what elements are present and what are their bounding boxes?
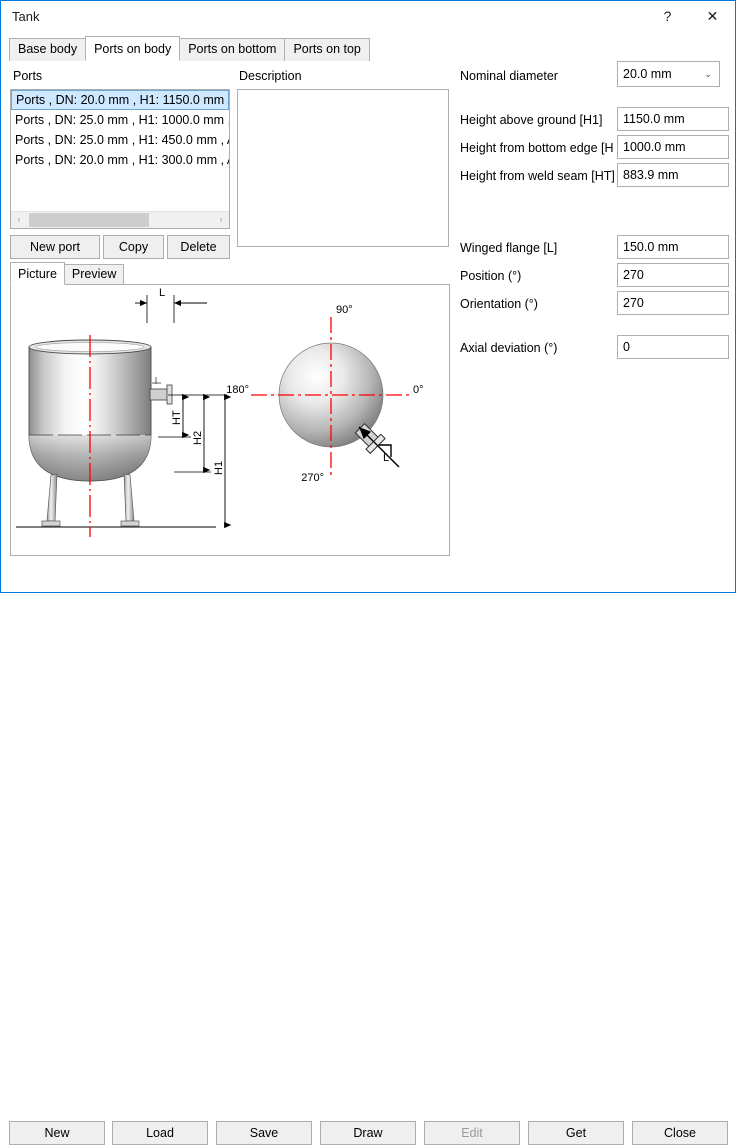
angle-label-180: 180°: [226, 384, 249, 396]
edit-button: Edit: [424, 1121, 520, 1145]
save-button[interactable]: Save: [216, 1121, 312, 1145]
copy-button[interactable]: Copy: [103, 235, 164, 259]
nominal-diameter-label: Nominal diameter: [460, 69, 558, 83]
picture-panel: L HT H2 H1 90° 180° 0° 270° L: [10, 284, 450, 556]
window-title: Tank: [12, 9, 40, 24]
orientation-label: Orientation (°): [460, 297, 538, 311]
title-bar: Tank ? ✕: [1, 1, 735, 33]
tab-preview[interactable]: Preview: [63, 264, 125, 285]
angle-label-0: 0°: [413, 384, 424, 396]
ports-listbox[interactable]: Ports , DN: 20.0 mm , H1: 1150.0 mm , A:…: [10, 89, 230, 229]
new-port-button[interactable]: New port: [10, 235, 100, 259]
description-textarea[interactable]: [237, 89, 449, 247]
tab-ports-on-bottom[interactable]: Ports on bottom: [179, 38, 286, 61]
tank-dialog-window: Tank ? ✕ Base body Ports on body Ports o…: [0, 0, 736, 1145]
winged-flange-label: Winged flange [L]: [460, 241, 558, 255]
chevron-down-icon: ⌄: [704, 69, 712, 79]
axial-deviation-input[interactable]: 0: [617, 335, 729, 359]
tank-technical-drawing: L HT H2 H1 90° 180° 0° 270° L: [16, 287, 424, 537]
position-input[interactable]: 270: [617, 263, 729, 287]
position-label: Position (°): [460, 269, 522, 283]
ports-horizontal-scrollbar[interactable]: ‹ ›: [11, 211, 229, 228]
axial-deviation-label: Axial deviation (°): [460, 341, 558, 355]
height-from-bottom-edge-input[interactable]: 1000.0 mm: [617, 135, 729, 159]
get-button[interactable]: Get: [528, 1121, 624, 1145]
help-button[interactable]: ?: [645, 1, 690, 32]
height-from-weld-seam-input[interactable]: 883.9 mm: [617, 163, 729, 187]
list-item[interactable]: Ports , DN: 20.0 mm , H1: 1150.0 mm , A:: [11, 90, 229, 110]
scroll-left-icon[interactable]: ‹: [11, 212, 27, 228]
ports-list-label: Ports: [13, 69, 43, 83]
tab-picture[interactable]: Picture: [10, 262, 65, 285]
dim-label-HT: HT: [171, 410, 183, 425]
dim-label-H2: H2: [192, 431, 204, 445]
tab-ports-on-top[interactable]: Ports on top: [284, 38, 370, 61]
description-label: Description: [239, 69, 302, 83]
tab-base-body[interactable]: Base body: [9, 38, 87, 61]
orientation-input[interactable]: 270: [617, 291, 729, 315]
main-tab-strip: Base body Ports on body Ports on bottom …: [9, 36, 370, 61]
list-item[interactable]: Ports , DN: 25.0 mm , H1: 450.0 mm , A:: [11, 130, 229, 150]
close-window-button[interactable]: ✕: [690, 1, 735, 32]
new-button[interactable]: New: [9, 1121, 105, 1145]
angle-label-270: 270°: [301, 472, 324, 484]
bottom-button-bar: New Load Save Draw Edit Get Close: [1, 557, 735, 1145]
picture-tab-strip: Picture Preview: [10, 262, 125, 285]
list-item[interactable]: Ports , DN: 20.0 mm , H1: 300.0 mm , A:: [11, 150, 229, 170]
load-button[interactable]: Load: [112, 1121, 208, 1145]
nominal-diameter-combobox[interactable]: 20.0 mm ⌄: [617, 61, 720, 87]
nominal-diameter-value: 20.0 mm: [623, 67, 672, 81]
height-from-bottom-edge-label: Height from bottom edge [H: [460, 141, 614, 155]
draw-button[interactable]: Draw: [320, 1121, 416, 1145]
angle-dim-label-L: L: [383, 452, 389, 464]
dim-label-H1: H1: [213, 461, 225, 475]
scrollbar-thumb[interactable]: [29, 213, 149, 227]
angle-label-90: 90°: [336, 304, 353, 316]
height-above-ground-label: Height above ground [H1]: [460, 113, 603, 127]
question-mark-icon: ?: [663, 8, 672, 24]
height-above-ground-input[interactable]: 1150.0 mm: [617, 107, 729, 131]
winged-flange-input[interactable]: 150.0 mm: [617, 235, 729, 259]
tab-ports-on-body[interactable]: Ports on body: [85, 36, 181, 61]
close-button[interactable]: Close: [632, 1121, 728, 1145]
height-from-weld-seam-label: Height from weld seam [HT]: [460, 169, 615, 183]
dim-label-L: L: [159, 287, 165, 299]
list-item[interactable]: Ports , DN: 25.0 mm , H1: 1000.0 mm , A: [11, 110, 229, 130]
delete-button[interactable]: Delete: [167, 235, 230, 259]
scroll-right-icon[interactable]: ›: [213, 212, 229, 228]
close-icon: ✕: [706, 8, 719, 24]
